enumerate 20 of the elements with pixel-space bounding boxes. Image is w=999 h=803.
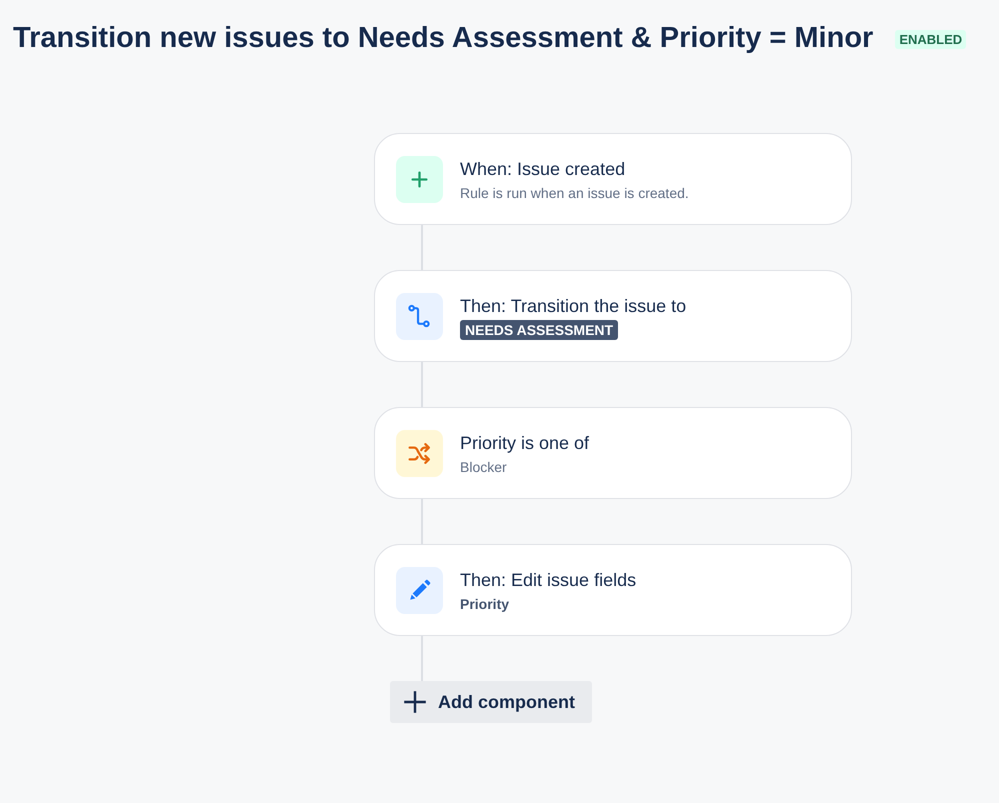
add-component-button[interactable]: Add component [390, 681, 592, 723]
enabled-status: ENABLED [895, 30, 966, 48]
plus-icon [396, 156, 443, 203]
pencil-icon [396, 567, 443, 614]
step-card[interactable]: Priority is one of Blocker [374, 407, 852, 499]
plus-icon [404, 691, 426, 713]
step-description: Blocker [460, 458, 507, 477]
shuffle-icon [396, 430, 443, 477]
field-name: Priority [460, 595, 510, 614]
status-lozenge: NEEDS ASSESSMENT [460, 320, 618, 340]
step-title: Then: Edit issue fields [460, 569, 636, 592]
step-card[interactable]: Then: Edit issue fields Priority [374, 544, 852, 636]
step-title: When: Issue created [460, 158, 626, 181]
step-title: Priority is one of [460, 432, 590, 455]
step-card[interactable]: Then: Transition the issue to NEEDS ASSESSMENT [374, 270, 852, 362]
step-title: Then: Transition the issue to [460, 295, 686, 318]
step-description: Rule is run when an issue is created. [460, 184, 689, 203]
step-card[interactable]: When: Issue created Rule is run when an issue is created. [374, 133, 852, 225]
rule-title: Transition new issues to Needs Assessment & Priority = Minor [13, 21, 874, 56]
path-icon [396, 293, 443, 340]
